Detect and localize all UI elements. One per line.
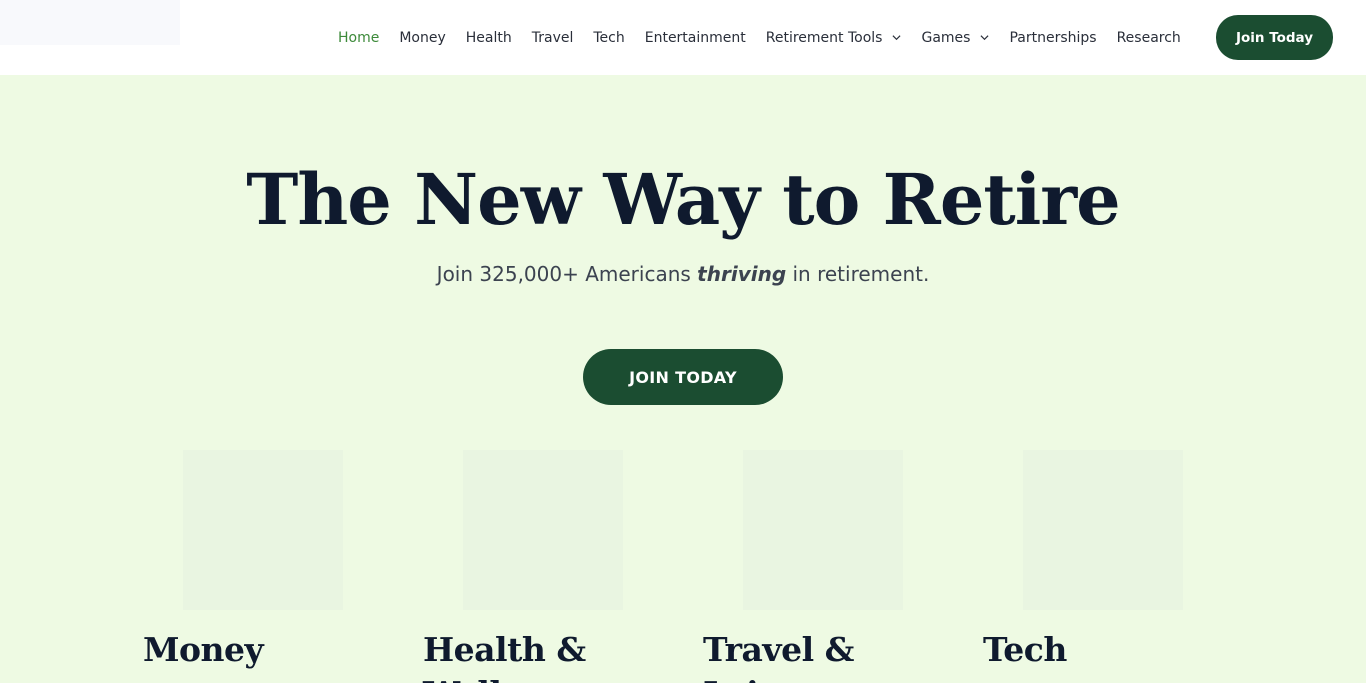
card-title-tech[interactable]: Tech <box>983 628 1223 672</box>
nav-item-games[interactable]: Games <box>921 30 989 46</box>
hero-subtitle-text: in retirement. <box>786 262 930 286</box>
card-title-health[interactable]: Health & Wellness <box>423 628 663 683</box>
nav-item-label: Money <box>399 29 446 46</box>
nav-item-label: Home <box>338 29 380 46</box>
nav-item-travel[interactable]: Travel <box>532 30 574 46</box>
card-title-travel[interactable]: Travel & Leisure <box>703 628 943 683</box>
nav-item-tech[interactable]: Tech <box>593 30 624 46</box>
nav-item-entertainment[interactable]: Entertainment <box>645 30 746 46</box>
nav-item-label: Games <box>921 29 971 46</box>
card-image-tech[interactable] <box>1023 450 1183 610</box>
card-image-health[interactable] <box>463 450 623 610</box>
nav-item-health[interactable]: Health <box>466 30 512 46</box>
nav-item-label: Tech <box>593 29 625 46</box>
nav-item-partnerships[interactable]: Partnerships <box>1009 30 1096 46</box>
nav-item-label: Entertainment <box>644 29 746 46</box>
nav-item-research[interactable]: Research <box>1117 30 1181 46</box>
site-logo[interactable] <box>0 0 180 45</box>
hero-subtitle: Join 325,000+ Americans thriving in reti… <box>0 262 1366 286</box>
nav-item-home[interactable]: Home <box>338 30 379 46</box>
chevron-down-icon <box>892 35 901 41</box>
site-header: Home Money Health Travel Tech Entertainm… <box>0 0 1366 75</box>
hero-subtitle-emphasis: thriving <box>697 262 787 286</box>
main-nav: Home Money Health Travel Tech Entertainm… <box>338 0 1201 75</box>
card-image-travel[interactable] <box>743 450 903 610</box>
nav-item-label: Partnerships <box>1009 29 1097 46</box>
nav-item-label: Health <box>465 29 512 46</box>
card-title-money[interactable]: Money <box>143 628 383 672</box>
nav-item-label: Travel <box>531 29 574 46</box>
nav-item-label: Retirement Tools <box>765 29 883 46</box>
hero-join-button[interactable]: JOIN TODAY <box>583 349 783 405</box>
hero-title: The New Way to Retire <box>246 158 1120 241</box>
hero-subtitle-text: Join 325,000+ Americans <box>436 262 698 286</box>
card-image-money[interactable] <box>183 450 343 610</box>
join-today-button[interactable]: Join Today <box>1216 15 1333 60</box>
nav-item-money[interactable]: Money <box>399 30 445 46</box>
nav-item-label: Research <box>1116 29 1181 46</box>
chevron-down-icon <box>980 35 989 41</box>
nav-item-retirement-tools[interactable]: Retirement Tools <box>766 30 902 46</box>
